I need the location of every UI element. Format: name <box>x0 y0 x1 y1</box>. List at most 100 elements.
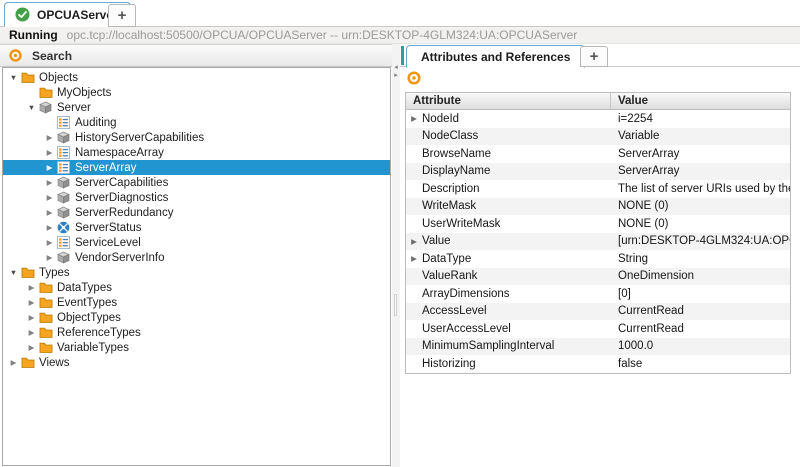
tree-item-serverarray[interactable]: ▶ServerArray <box>3 160 390 175</box>
tree-expander-icon[interactable]: ▶ <box>43 238 56 247</box>
attribute-row-minimumsamplinginterval[interactable]: MinimumSamplingInterval1000.0 <box>406 338 790 356</box>
tree-item-variabletypes[interactable]: ▶VariableTypes <box>3 340 390 355</box>
attribute-name: DisplayName <box>422 165 490 177</box>
attribute-row-nodeid[interactable]: ▶NodeIdi=2254 <box>406 110 790 128</box>
variable-list-icon <box>56 146 71 159</box>
attribute-name: MinimumSamplingInterval <box>422 340 554 352</box>
row-expander-icon[interactable]: ▶ <box>406 237 422 246</box>
connection-tab-label: OPCUAServer <box>37 8 118 22</box>
tree-item-datatypes[interactable]: ▶DataTypes <box>3 280 390 295</box>
row-expander-icon[interactable]: ▶ <box>406 114 422 123</box>
tree-expander-icon[interactable]: ▶ <box>43 148 56 157</box>
attribute-row-arraydimensions[interactable]: ArrayDimensions[0] <box>406 285 790 303</box>
tree-item-servicelevel[interactable]: ▶ServiceLevel <box>3 235 390 250</box>
attribute-row-useraccesslevel[interactable]: UserAccessLevel CurrentRead <box>406 320 790 338</box>
attribute-value: ServerArray <box>611 165 790 177</box>
attribute-table-header: Attribute Value <box>406 93 790 110</box>
attribute-row-browsename[interactable]: BrowseNameServerArray <box>406 145 790 163</box>
tree-item-historyservercapabilities[interactable]: ▶HistoryServerCapabilities <box>3 130 390 145</box>
tree-item-label: ReferenceTypes <box>53 327 141 339</box>
tree-expander-icon[interactable]: ▼ <box>25 103 38 112</box>
address-space-tree[interactable]: ▼ ObjectsMyObjects▼ServerAuditing▶History… <box>2 67 391 466</box>
attribute-row-displayname[interactable]: DisplayName ServerArray <box>406 163 790 181</box>
tree-expander-icon[interactable]: ▶ <box>25 298 38 307</box>
attribute-row-accesslevel[interactable]: AccessLevelCurrentRead <box>406 303 790 321</box>
attribute-value: [0] <box>611 288 790 300</box>
tree-item-auditing[interactable]: Auditing <box>3 115 390 130</box>
variable-list-icon <box>56 236 71 249</box>
attribute-row-writemask[interactable]: WriteMaskNONE (0) <box>406 198 790 216</box>
attribute-name: UserAccessLevel <box>422 323 511 335</box>
search-section-header[interactable]: Search <box>0 44 392 67</box>
tree-item-label: ServerDiagnostics <box>71 192 168 204</box>
refresh-target-icon[interactable] <box>405 69 423 87</box>
attribute-cell: MinimumSamplingInterval <box>406 340 611 352</box>
column-header-value[interactable]: Value <box>611 95 790 107</box>
attribute-name: DataType <box>422 253 471 265</box>
tree-expander-icon[interactable]: ▶ <box>43 223 56 232</box>
tree-item-serverdiagnostics[interactable]: ▶ ServerDiagnostics <box>3 190 390 205</box>
row-expander-icon[interactable]: ▶ <box>406 254 422 263</box>
tree-expander-icon[interactable]: ▶ <box>43 133 56 142</box>
tree-expander-icon[interactable]: ▶ <box>25 328 38 337</box>
attribute-row-valuerank[interactable]: ValueRankOneDimension <box>406 268 790 286</box>
tree-item-referencetypes[interactable]: ▶ ReferenceTypes <box>3 325 390 340</box>
attribute-name: WriteMask <box>422 200 476 212</box>
attribute-value: Variable <box>611 130 790 142</box>
tab-attributes-and-references[interactable]: Attributes and References <box>406 45 585 68</box>
attribute-value: false <box>611 358 790 370</box>
server-status-icon <box>56 221 71 234</box>
attribute-row-userwritemask[interactable]: UserWriteMaskNONE (0) <box>406 215 790 233</box>
attribute-value: String <box>611 253 790 265</box>
tree-expander-icon[interactable]: ▶ <box>43 253 56 262</box>
tree-item-label: Objects <box>35 72 78 84</box>
tree-item-objects[interactable]: ▼ Objects <box>3 70 390 85</box>
tree-expander-icon[interactable]: ▶ <box>25 313 38 322</box>
tree-item-label: ObjectTypes <box>53 312 121 324</box>
panel-splitter[interactable]: ◂▸ <box>392 44 400 467</box>
object-cube-icon <box>56 131 71 144</box>
tree-item-label: Views <box>35 357 69 369</box>
attribute-cell: ▶DataType <box>406 253 611 265</box>
tree-expander-icon[interactable]: ▼ <box>7 73 20 82</box>
attribute-value: CurrentRead <box>611 323 790 335</box>
tree-item-objecttypes[interactable]: ▶ ObjectTypes <box>3 310 390 325</box>
tree-expander-icon[interactable]: ▶ <box>43 208 56 217</box>
new-attributes-tab-button[interactable]: + <box>580 46 608 67</box>
tree-expander-icon[interactable]: ▼ <box>7 268 20 277</box>
tree-expander-icon[interactable]: ▶ <box>43 193 56 202</box>
tree-expander-icon[interactable]: ▶ <box>25 283 38 292</box>
tree-item-serverredundancy[interactable]: ▶ServerRedundancy <box>3 205 390 220</box>
tree-expander-icon[interactable]: ▶ <box>43 163 56 172</box>
new-connection-tab-button[interactable]: + <box>108 4 136 27</box>
tree-expander-icon[interactable]: ▶ <box>25 343 38 352</box>
attribute-row-nodeclass[interactable]: NodeClass Variable <box>406 128 790 146</box>
tree-item-serverstatus[interactable]: ▶ServerStatus <box>3 220 390 235</box>
tree-item-namespacearray[interactable]: ▶NamespaceArray <box>3 145 390 160</box>
attribute-row-value[interactable]: ▶Value[urn:DESKTOP-4GLM324:UA:OPCUAServe… <box>406 233 790 251</box>
attribute-row-description[interactable]: DescriptionThe list of server URIs used … <box>406 180 790 198</box>
tree-item-label: Types <box>35 267 70 279</box>
column-header-attribute[interactable]: Attribute <box>406 93 611 109</box>
tree-item-views[interactable]: ▶ Views <box>3 355 390 370</box>
splitter-collapse-arrows[interactable]: ◂▸ <box>392 64 400 80</box>
attribute-value: CurrentRead <box>611 305 790 317</box>
tree-expander-icon[interactable]: ▶ <box>43 178 56 187</box>
tree-item-types[interactable]: ▼ Types <box>3 265 390 280</box>
tree-item-eventtypes[interactable]: ▶ EventTypes <box>3 295 390 310</box>
folder-icon <box>38 311 53 324</box>
folder-icon <box>20 266 35 279</box>
attribute-name: NodeClass <box>422 130 478 142</box>
tree-item-servercapabilities[interactable]: ▶ServerCapabilities <box>3 175 390 190</box>
attribute-row-datatype[interactable]: ▶DataTypeString <box>406 250 790 268</box>
tree-item-label: VendorServerInfo <box>71 252 165 264</box>
tree-item-server[interactable]: ▼Server <box>3 100 390 115</box>
attribute-row-historizing[interactable]: Historizingfalse <box>406 355 790 373</box>
attribute-cell: NodeClass <box>406 130 611 142</box>
object-cube-icon <box>56 206 71 219</box>
tree-item-myobjects[interactable]: MyObjects <box>3 85 390 100</box>
tree-item-label: EventTypes <box>53 297 117 309</box>
tree-expander-icon[interactable]: ▶ <box>7 358 20 367</box>
splitter-grip[interactable] <box>394 294 397 316</box>
tree-item-vendorserverinfo[interactable]: ▶ VendorServerInfo <box>3 250 390 265</box>
